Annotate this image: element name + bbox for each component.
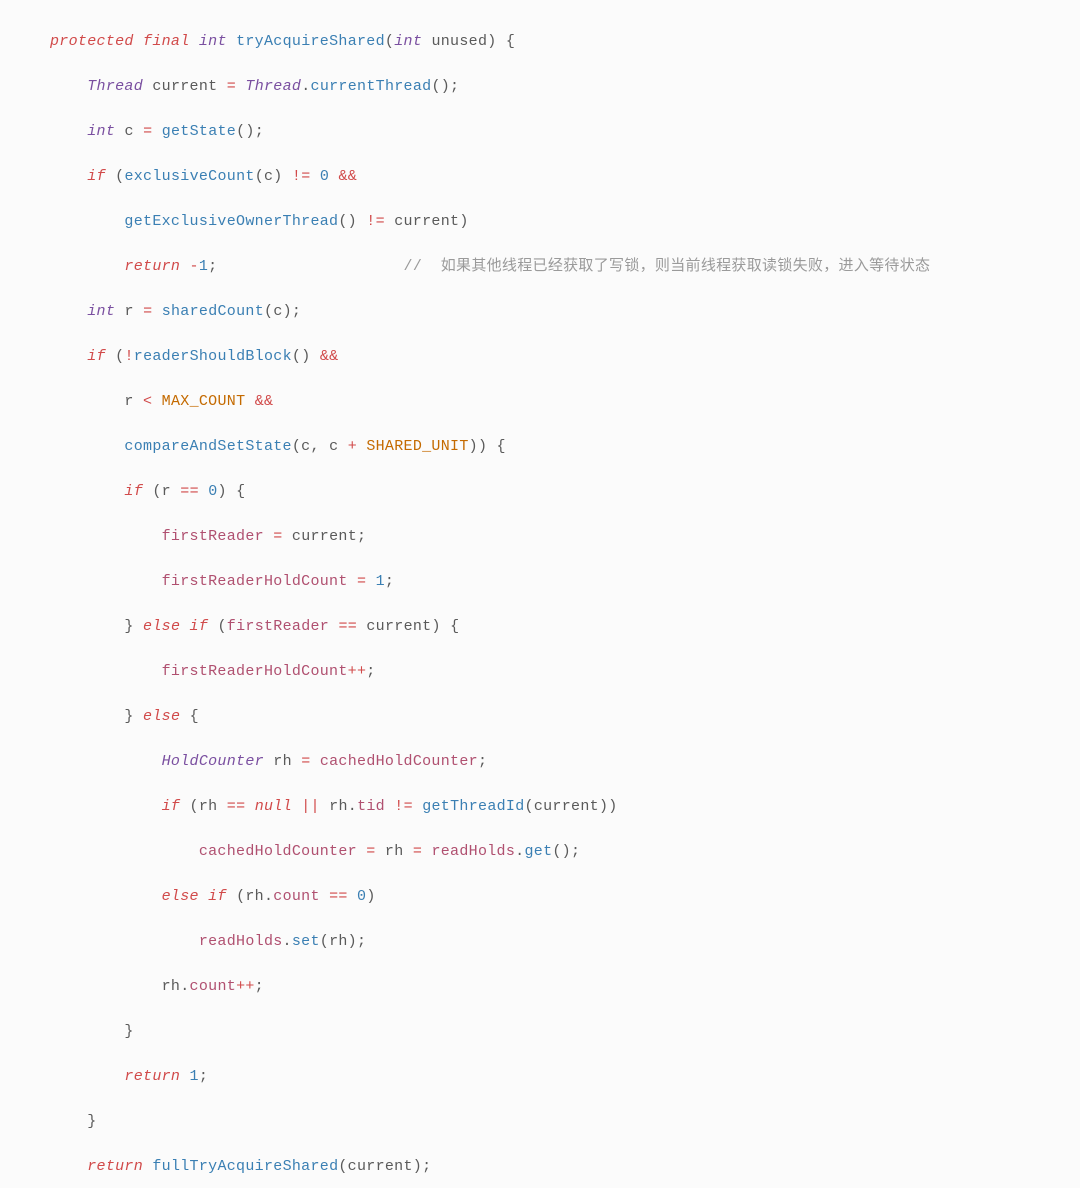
code-line: firstReader = current; (50, 526, 1080, 549)
code-line: readHolds.set(rh); (50, 931, 1080, 954)
code-line: compareAndSetState(c, c + SHARED_UNIT)) … (50, 436, 1080, 459)
code-block: protected final int tryAcquireShared(int… (0, 0, 1080, 1188)
code-line: r < MAX_COUNT && (50, 391, 1080, 414)
code-line: } else { (50, 706, 1080, 729)
code-line: return -1; // 如果其他线程已经获取了写锁，则当前线程获取读锁失败，… (50, 256, 1080, 279)
code-line: protected final int tryAcquireShared(int… (50, 31, 1080, 54)
code-line: rh.count++; (50, 976, 1080, 999)
code-line: else if (rh.count == 0) (50, 886, 1080, 909)
code-line: return fullTryAcquireShared(current); (50, 1156, 1080, 1179)
code-line: Thread current = Thread.currentThread(); (50, 76, 1080, 99)
code-line: HoldCounter rh = cachedHoldCounter; (50, 751, 1080, 774)
code-line: firstReaderHoldCount++; (50, 661, 1080, 684)
code-line: return 1; (50, 1066, 1080, 1089)
code-line: } (50, 1021, 1080, 1044)
code-line: int r = sharedCount(c); (50, 301, 1080, 324)
code-line: firstReaderHoldCount = 1; (50, 571, 1080, 594)
code-line: getExclusiveOwnerThread() != current) (50, 211, 1080, 234)
code-line: cachedHoldCounter = rh = readHolds.get()… (50, 841, 1080, 864)
code-line: if (rh == null || rh.tid != getThreadId(… (50, 796, 1080, 819)
code-line: if (exclusiveCount(c) != 0 && (50, 166, 1080, 189)
code-line: if (!readerShouldBlock() && (50, 346, 1080, 369)
code-line: } (50, 1111, 1080, 1134)
code-line: int c = getState(); (50, 121, 1080, 144)
code-line: } else if (firstReader == current) { (50, 616, 1080, 639)
code-line: if (r == 0) { (50, 481, 1080, 504)
